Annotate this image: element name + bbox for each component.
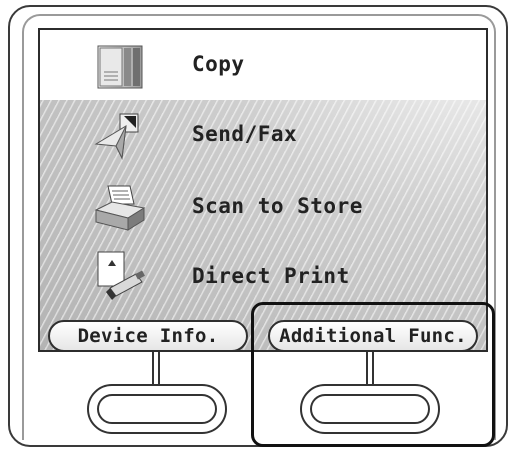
- menu-item-label: Send/Fax: [192, 122, 298, 146]
- menu-item-scan-to-store[interactable]: Scan to Store: [40, 172, 486, 244]
- device-info-button[interactable]: Device Info.: [48, 320, 248, 350]
- menu-item-send-fax[interactable]: Send/Fax: [40, 100, 486, 172]
- direct-print-icon: [92, 250, 148, 304]
- send-fax-icon: [92, 108, 148, 162]
- highlight-frame: [251, 302, 495, 447]
- menu-item-label: Scan to Store: [192, 194, 363, 218]
- scan-to-store-icon: [92, 180, 148, 234]
- menu-item-copy[interactable]: Copy: [40, 30, 486, 100]
- copy-icon: [92, 38, 148, 92]
- device-info-hard-key[interactable]: [87, 384, 227, 434]
- menu-item-label: Copy: [192, 52, 245, 76]
- menu-item-label: Direct Print: [192, 264, 350, 288]
